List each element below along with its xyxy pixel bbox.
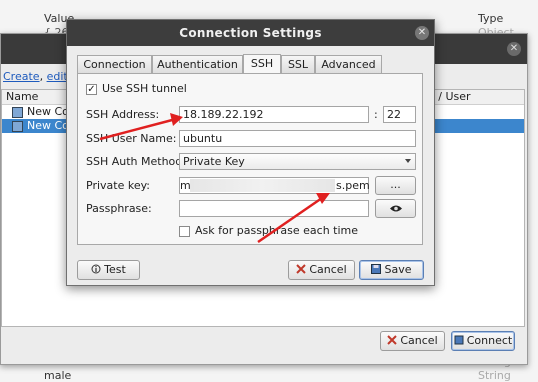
auth-method-value: Private Key — [183, 155, 245, 168]
private-key-field[interactable]: m s.pem — [179, 177, 370, 194]
name-column-header[interactable]: Name — [6, 90, 38, 103]
chevron-down-icon — [405, 159, 411, 163]
ssh-address-field[interactable]: 18.189.22.192 — [179, 106, 369, 123]
connection-actions: Create, edit, — [3, 70, 71, 83]
create-link[interactable]: Create — [3, 70, 40, 83]
cancel-icon — [387, 335, 398, 345]
bottom-row-type-2: String — [478, 369, 511, 382]
ask-passphrase-label: Ask for passphrase each time — [195, 224, 359, 237]
passphrase-field[interactable] — [179, 200, 369, 217]
eye-icon — [389, 205, 402, 212]
close-icon[interactable]: ✕ — [507, 42, 521, 56]
connect-button[interactable]: Connect — [451, 331, 515, 351]
use-ssh-checkbox[interactable]: ✓ — [86, 84, 97, 95]
cancel-button[interactable]: Cancel — [288, 260, 355, 280]
use-ssh-label: Use SSH tunnel — [102, 82, 187, 95]
show-password-button[interactable] — [375, 199, 416, 218]
tab-connection[interactable]: Connection — [77, 55, 152, 73]
tab-authentication[interactable]: Authentication — [152, 55, 243, 73]
tab-ssl[interactable]: SSL — [281, 55, 315, 73]
save-icon — [371, 264, 382, 274]
type-column-header: Type — [478, 12, 504, 25]
connection-icon — [12, 107, 23, 118]
tab-ssh[interactable]: SSH — [243, 54, 281, 73]
auth-method-select[interactable]: Private Key — [179, 153, 416, 170]
private-key-label: Private key: — [86, 179, 151, 192]
ssh-tab-panel: ✓ Use SSH tunnel SSH Address: 18.189.22.… — [77, 73, 423, 245]
info-icon — [91, 264, 101, 274]
close-icon[interactable]: ✕ — [415, 26, 429, 40]
auth-method-label: SSH Auth Method: — [86, 155, 186, 168]
dialog-title: Connection Settings — [67, 20, 434, 46]
browse-button[interactable]: ... — [375, 176, 416, 195]
test-button[interactable]: Test — [77, 260, 140, 280]
save-button[interactable]: Save — [359, 260, 424, 280]
connect-icon — [454, 335, 464, 345]
ssh-user-field[interactable]: ubuntu — [179, 130, 416, 147]
port-separator: : — [374, 108, 378, 121]
bottom-row-value-2: male — [44, 369, 72, 382]
private-key-suffix: s.pem — [336, 179, 370, 192]
ssh-user-label: SSH User Name: — [86, 132, 177, 145]
passphrase-label: Passphrase: — [86, 202, 152, 215]
ask-passphrase-checkbox[interactable] — [179, 226, 190, 237]
tab-advanced[interactable]: Advanced — [315, 55, 382, 73]
cancel-button[interactable]: Cancel — [380, 331, 445, 351]
ssh-address-label: SSH Address: — [86, 108, 160, 121]
cancel-icon — [296, 264, 307, 274]
connection-settings-dialog: Connection Settings ✕ Connection Authent… — [66, 19, 435, 286]
redacted-path — [190, 179, 335, 192]
connection-icon — [12, 121, 23, 132]
ssh-port-field[interactable]: 22 — [383, 106, 416, 123]
edit-link[interactable]: edit — [47, 70, 68, 83]
